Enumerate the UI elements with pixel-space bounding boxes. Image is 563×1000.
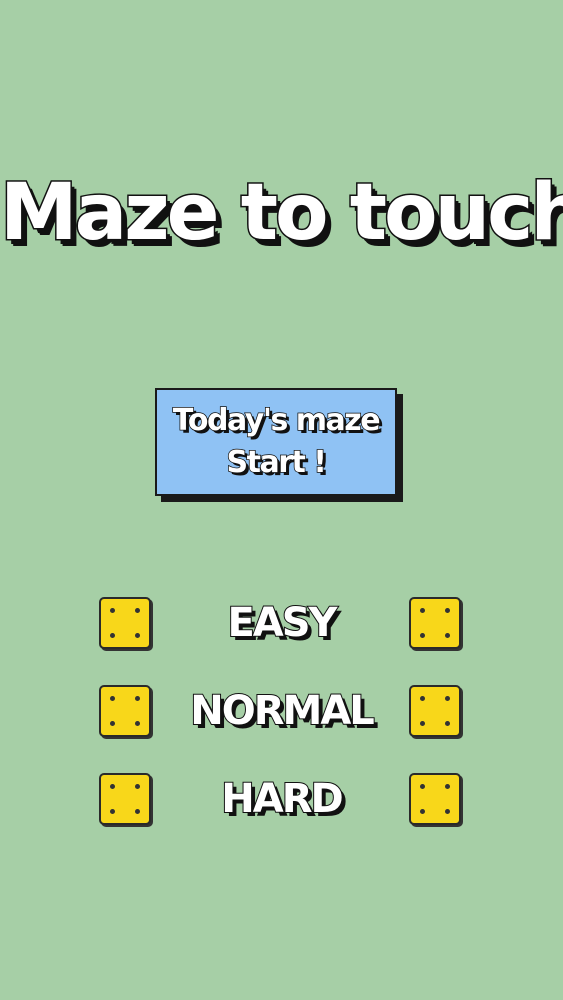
die-four-icon[interactable] [409, 597, 461, 649]
die-four-icon[interactable] [409, 685, 461, 737]
hard-button[interactable]: HARD [160, 773, 403, 825]
die-four-icon[interactable] [409, 773, 461, 825]
difficulty-row-normal: NORMAL [0, 685, 563, 741]
start-button-line1: Today's maze [172, 402, 381, 439]
die-four-icon[interactable] [99, 773, 151, 825]
die-four-icon[interactable] [99, 685, 151, 737]
todays-maze-start-button[interactable]: Today's maze Start ! [155, 388, 397, 496]
game-title: Maze to touch [0, 167, 563, 260]
easy-button[interactable]: EASY [160, 597, 403, 649]
start-button-line2: Start ! [226, 444, 328, 481]
die-four-icon[interactable] [99, 597, 151, 649]
difficulty-row-hard: HARD [0, 773, 563, 829]
difficulty-row-easy: EASY [0, 597, 563, 653]
normal-button[interactable]: NORMAL [160, 685, 403, 737]
